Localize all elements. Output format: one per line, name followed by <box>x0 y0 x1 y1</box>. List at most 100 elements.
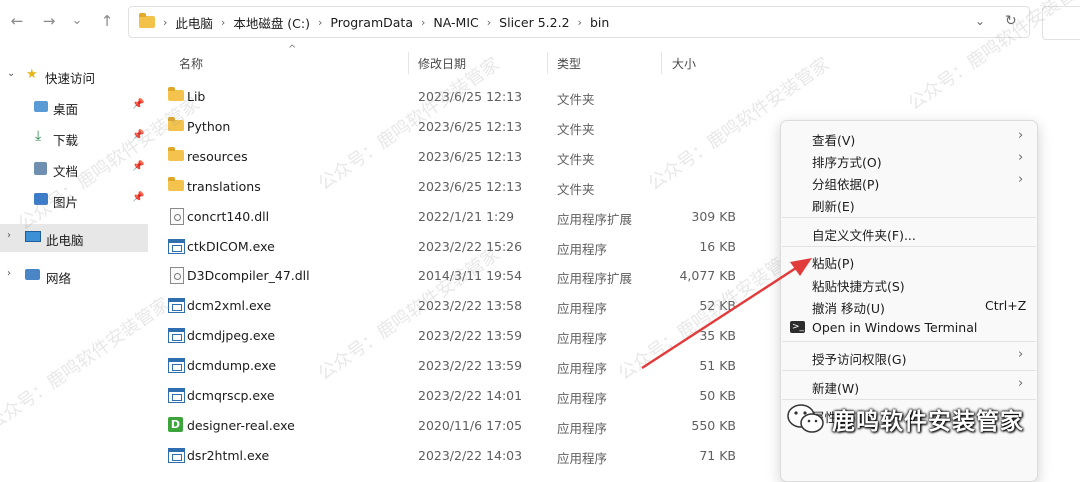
chevron-down-icon[interactable]: ⌄ <box>7 68 15 79</box>
file-row[interactable]: Lib 2023/6/25 12:13 文件夹 <box>160 81 770 111</box>
column-header-size[interactable]: 大小 <box>672 55 696 72</box>
sidebar-item-downloads[interactable]: ⤓ 下载 📌 <box>0 124 148 152</box>
menu-item-label: 刷新(E) <box>812 199 855 214</box>
file-row[interactable]: dcmdump.exe 2023/2/22 13:59 应用程序 51 KB <box>160 350 770 380</box>
menu-item-group-by[interactable]: 分组依据(P) › <box>781 170 1037 192</box>
file-row[interactable]: Ddesigner-real.exe 2020/11/6 17:05 应用程序 550… <box>160 410 770 440</box>
sidebar-item-quick-access[interactable]: ⌄ ★ 快速访问 <box>0 62 148 90</box>
column-header-type[interactable]: 类型 <box>557 55 581 72</box>
download-icon: ⤓ <box>35 128 42 144</box>
brand-watermark: 鹿鸣软件安装管家 <box>786 402 1024 436</box>
pin-icon: 📌 <box>132 161 145 172</box>
breadcrumb-item[interactable]: 本地磁盘 (C:) <box>233 13 310 32</box>
column-header-date[interactable]: 修改日期 <box>418 55 466 72</box>
chevron-right-icon[interactable]: › <box>221 16 225 29</box>
file-date: 2020/11/6 17:05 <box>418 417 523 433</box>
menu-item-paste[interactable]: 粘贴(P) <box>781 249 1037 271</box>
search-input[interactable] <box>1042 6 1080 40</box>
pin-icon: 📌 <box>132 130 145 141</box>
address-bar[interactable]: › 此电脑 › 本地磁盘 (C:) › ProgramData › NA-MIC… <box>128 6 1030 38</box>
file-type: 文件夹 <box>557 151 595 167</box>
sidebar-item-documents[interactable]: 文档 📌 <box>0 155 148 183</box>
sidebar-item-network[interactable]: › 网络 <box>0 262 148 290</box>
sidebar-item-desktop[interactable]: 桌面 📌 <box>0 93 148 121</box>
folder-icon <box>168 116 184 131</box>
folder-icon <box>168 146 184 161</box>
chevron-right-icon[interactable]: › <box>7 230 11 241</box>
file-size: 550 KB <box>691 417 736 433</box>
breadcrumb-item[interactable]: bin <box>590 15 609 30</box>
breadcrumb-item[interactable]: NA-MIC <box>433 15 478 30</box>
breadcrumb-item[interactable]: Slicer 5.2.2 <box>499 15 569 30</box>
sidebar-item-label: 网络 <box>46 271 72 286</box>
menu-item-label: 新建(W) <box>812 381 860 396</box>
menu-item-refresh[interactable]: 刷新(E) <box>781 192 1037 214</box>
file-type: 应用程序 <box>557 301 608 317</box>
file-row[interactable]: resources 2023/6/25 12:13 文件夹 <box>160 141 770 171</box>
pin-icon: 📌 <box>132 192 145 203</box>
menu-item-open-terminal[interactable]: >_ Open in Windows Terminal <box>781 316 1037 338</box>
menu-item-label: 撤消 移动(U) <box>812 301 885 316</box>
menu-item-new[interactable]: 新建(W) › <box>781 374 1037 396</box>
sidebar-item-pictures[interactable]: 图片 📌 <box>0 186 148 214</box>
column-divider[interactable] <box>408 52 409 74</box>
chevron-right-icon[interactable]: › <box>578 16 582 29</box>
file-row[interactable]: translations 2023/6/25 12:13 文件夹 <box>160 171 770 201</box>
sidebar-item-label: 快速访问 <box>45 71 96 86</box>
menu-separator <box>782 246 1036 247</box>
file-row[interactable]: dcm2xml.exe 2023/2/22 13:58 应用程序 52 KB <box>160 290 770 320</box>
file-row[interactable]: dsr2html.exe 2023/2/22 14:03 应用程序 71 KB <box>160 440 770 470</box>
menu-item-undo-move[interactable]: 撤消 移动(U) Ctrl+Z <box>781 294 1037 316</box>
menu-item-label: 排序方式(O) <box>812 155 882 170</box>
file-date: 2014/3/11 19:54 <box>418 268 523 284</box>
exe-file-icon <box>168 238 185 254</box>
menu-item-customize-folder[interactable]: 自定义文件夹(F)... <box>781 221 1037 243</box>
menu-item-give-access[interactable]: 授予访问权限(G) › <box>781 345 1037 367</box>
dll-file-icon <box>170 267 184 285</box>
file-row[interactable]: concrt140.dll 2022/1/21 1:29 应用程序扩展 309 KB <box>160 201 770 231</box>
address-dropdown-icon[interactable]: ⌄ <box>975 14 985 28</box>
file-size: 4,077 KB <box>679 268 736 284</box>
chevron-right-icon[interactable]: › <box>7 268 11 279</box>
menu-item-label: Open in Windows Terminal <box>812 320 978 335</box>
menu-item-sort-by[interactable]: 排序方式(O) › <box>781 148 1037 170</box>
column-divider[interactable] <box>661 52 662 74</box>
sidebar-item-label: 桌面 <box>53 102 79 117</box>
file-date: 2023/2/22 13:58 <box>418 298 523 314</box>
sidebar-item-this-pc[interactable]: › 此电脑 <box>0 224 148 252</box>
file-row[interactable]: ctkDICOM.exe 2023/2/22 15:26 应用程序 16 KB <box>160 231 770 261</box>
column-header-name[interactable]: 名称 <box>179 55 203 72</box>
breadcrumb-item[interactable]: 此电脑 <box>175 13 213 32</box>
file-row[interactable]: dcmdjpeg.exe 2023/2/22 13:59 应用程序 35 KB <box>160 320 770 350</box>
file-size: 16 KB <box>699 238 736 254</box>
breadcrumb: › 此电脑 › 本地磁盘 (C:) › ProgramData › NA-MIC… <box>139 7 615 37</box>
chevron-right-icon[interactable]: › <box>421 16 425 29</box>
brand-text: 鹿鸣软件安装管家 <box>832 409 1024 435</box>
file-name: dsr2html.exe <box>187 447 270 463</box>
file-row[interactable]: Python 2023/6/25 12:13 文件夹 <box>160 111 770 141</box>
file-row[interactable]: D3Dcompiler_47.dll 2014/3/11 19:54 应用程序扩展 4… <box>160 260 770 290</box>
folder-icon <box>168 176 184 191</box>
chevron-right-icon[interactable]: › <box>487 16 491 29</box>
refresh-button[interactable]: ↻ <box>1005 13 1017 29</box>
recent-locations-button[interactable]: ⌄ <box>66 10 88 32</box>
column-divider[interactable] <box>547 52 548 74</box>
chevron-right-icon[interactable]: › <box>318 16 322 29</box>
file-size: 51 KB <box>699 358 736 374</box>
network-icon <box>25 269 40 280</box>
menu-item-paste-shortcut[interactable]: 粘贴快捷方式(S) <box>781 272 1037 294</box>
forward-button[interactable]: → <box>38 10 60 32</box>
file-name: D3Dcompiler_47.dll <box>187 268 310 284</box>
file-row[interactable]: dcmqrscp.exe 2023/2/22 14:01 应用程序 50 KB <box>160 380 770 410</box>
file-size: 71 KB <box>699 447 736 463</box>
menu-item-view[interactable]: 查看(V) › <box>781 126 1037 148</box>
breadcrumb-item[interactable]: ProgramData <box>330 15 413 30</box>
up-button[interactable]: ↑ <box>96 10 118 32</box>
sidebar-item-label: 下载 <box>53 133 79 148</box>
back-button[interactable]: ← <box>6 10 28 32</box>
file-name: dcm2xml.exe <box>187 298 272 314</box>
exe-file-icon <box>168 328 185 344</box>
file-size: 309 KB <box>691 208 736 224</box>
file-type: 应用程序 <box>557 420 608 436</box>
chevron-right-icon[interactable]: › <box>163 16 167 29</box>
